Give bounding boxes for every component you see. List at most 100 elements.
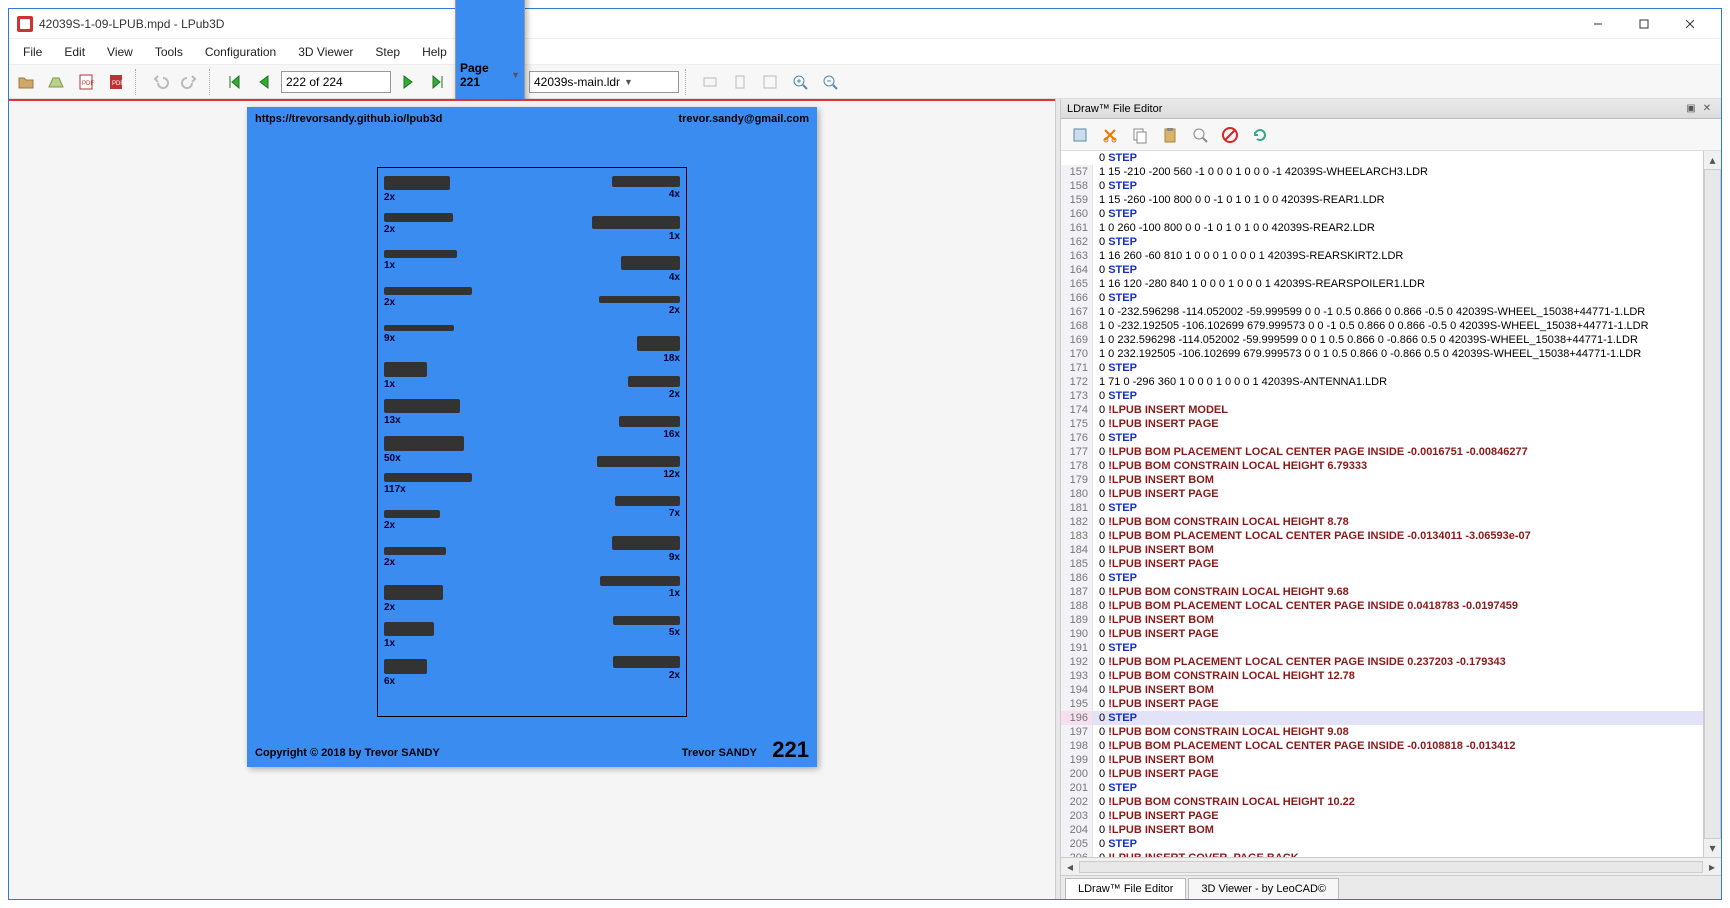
code-line[interactable]: 2000 !LPUB INSERT PAGE	[1061, 767, 1703, 781]
print-pdf-button[interactable]: PDF	[73, 69, 99, 95]
maximize-button[interactable]	[1621, 10, 1667, 38]
code-line[interactable]: 1970 !LPUB BOM CONSTRAIN LOCAL HEIGHT 9.…	[1061, 725, 1703, 739]
zoom-in-button[interactable]	[787, 69, 813, 95]
code-line[interactable]: 1910 STEP	[1061, 641, 1703, 655]
code-line[interactable]: 1940 !LPUB INSERT BOM	[1061, 683, 1703, 697]
page-input[interactable]	[281, 71, 391, 93]
code-line[interactable]: 1710 STEP	[1061, 361, 1703, 375]
minimize-button[interactable]	[1575, 10, 1621, 38]
menu-view[interactable]: View	[97, 41, 143, 63]
select-all-button[interactable]	[1067, 122, 1093, 148]
code-line[interactable]: 1980 !LPUB BOM PLACEMENT LOCAL CENTER PA…	[1061, 739, 1703, 753]
code-line[interactable]: 1930 !LPUB BOM CONSTRAIN LOCAL HEIGHT 12…	[1061, 669, 1703, 683]
code-line[interactable]: 1780 !LPUB BOM CONSTRAIN LOCAL HEIGHT 6.…	[1061, 459, 1703, 473]
horizontal-scrollbar[interactable]: ◂ ▸	[1061, 857, 1721, 875]
code-line[interactable]: 1840 !LPUB INSERT BOM	[1061, 543, 1703, 557]
code-line[interactable]: 1810 STEP	[1061, 501, 1703, 515]
menu-3dviewer[interactable]: 3D Viewer	[288, 41, 363, 63]
fit-width-button[interactable]	[697, 69, 723, 95]
vertical-scrollbar[interactable]: ▴ ▾	[1703, 151, 1721, 857]
menu-configuration[interactable]: Configuration	[195, 41, 286, 63]
paste-button[interactable]	[1157, 122, 1183, 148]
code-line[interactable]: 1790 !LPUB INSERT BOM	[1061, 473, 1703, 487]
code-line[interactable]: 1870 !LPUB BOM CONSTRAIN LOCAL HEIGHT 9.…	[1061, 585, 1703, 599]
code-line[interactable]: 1580 STEP	[1061, 179, 1703, 193]
code-line[interactable]: 1830 !LPUB BOM PLACEMENT LOCAL CENTER PA…	[1061, 529, 1703, 543]
scroll-left-icon[interactable]: ◂	[1061, 859, 1079, 875]
code-line[interactable]: 1900 !LPUB INSERT PAGE	[1061, 627, 1703, 641]
code-line[interactable]: 1800 !LPUB INSERT PAGE	[1061, 487, 1703, 501]
code-line[interactable]: 1880 !LPUB BOM PLACEMENT LOCAL CENTER PA…	[1061, 599, 1703, 613]
code-line[interactable]: 1591 15 -260 -100 800 0 0 -1 0 1 0 1 0 0…	[1061, 193, 1703, 207]
undo-button[interactable]	[147, 69, 173, 95]
code-line[interactable]: 1620 STEP	[1061, 235, 1703, 249]
code-line[interactable]: 1660 STEP	[1061, 291, 1703, 305]
redo-button[interactable]	[177, 69, 203, 95]
cut-button[interactable]	[1097, 122, 1123, 148]
code-line[interactable]: 2020 !LPUB BOM CONSTRAIN LOCAL HEIGHT 10…	[1061, 795, 1703, 809]
dock-close-button[interactable]: ✕	[1699, 101, 1715, 117]
menu-tools[interactable]: Tools	[145, 41, 193, 63]
code-line[interactable]: 1860 STEP	[1061, 571, 1703, 585]
code-line[interactable]: 2040 !LPUB INSERT BOM	[1061, 823, 1703, 837]
code-line[interactable]: 1890 !LPUB INSERT BOM	[1061, 613, 1703, 627]
scroll-down-icon[interactable]: ▾	[1704, 839, 1721, 857]
code-line[interactable]: 1571 15 -210 -200 560 -1 0 0 0 1 0 0 0 -…	[1061, 165, 1703, 179]
code-editor[interactable]: 0 STEP1571 15 -210 -200 560 -1 0 0 0 1 0…	[1061, 151, 1703, 857]
delete-button[interactable]	[1217, 122, 1243, 148]
export-pdf-button[interactable]: PDF	[103, 69, 129, 95]
code-line[interactable]: 1760 STEP	[1061, 431, 1703, 445]
code-line[interactable]: 2010 STEP	[1061, 781, 1703, 795]
fit-page-button[interactable]	[727, 69, 753, 95]
next-page-button[interactable]	[395, 69, 421, 95]
save-button[interactable]	[43, 69, 69, 95]
prev-page-button[interactable]	[251, 69, 277, 95]
code-line[interactable]: 1850 !LPUB INSERT PAGE	[1061, 557, 1703, 571]
tab-ldraw-editor[interactable]: LDraw™ File Editor	[1065, 878, 1186, 899]
code-line[interactable]: 1651 16 120 -280 840 1 0 0 0 1 0 0 0 1 4…	[1061, 277, 1703, 291]
code-line[interactable]: 1740 !LPUB INSERT MODEL	[1061, 403, 1703, 417]
copy-button[interactable]	[1127, 122, 1153, 148]
menu-file[interactable]: File	[13, 41, 52, 63]
file-combo[interactable]: 42039s-main.ldr▼	[529, 71, 679, 93]
menu-edit[interactable]: Edit	[54, 41, 95, 63]
line-number: 193	[1061, 669, 1093, 683]
code-line[interactable]: 1950 !LPUB INSERT PAGE	[1061, 697, 1703, 711]
menu-step[interactable]: Step	[365, 41, 410, 63]
code-line[interactable]: 1770 !LPUB BOM PLACEMENT LOCAL CENTER PA…	[1061, 445, 1703, 459]
code-line[interactable]: 2030 !LPUB INSERT PAGE	[1061, 809, 1703, 823]
code-line[interactable]: 1631 16 260 -60 810 1 0 0 0 1 0 0 0 1 42…	[1061, 249, 1703, 263]
scroll-up-icon[interactable]: ▴	[1704, 151, 1721, 169]
code-line[interactable]: 1681 0 -232.192505 -106.102699 679.99957…	[1061, 319, 1703, 333]
code-line[interactable]: 1721 71 0 -296 360 1 0 0 0 1 0 0 0 1 420…	[1061, 375, 1703, 389]
zoom-out-button[interactable]	[817, 69, 843, 95]
code-line[interactable]: 1611 0 260 -100 800 0 0 -1 0 1 0 1 0 0 4…	[1061, 221, 1703, 235]
page-preview-pane[interactable]: https://trevorsandy.github.io/lpub3d tre…	[9, 99, 1055, 899]
code-line[interactable]: 1701 0 232.192505 -106.102699 679.999573…	[1061, 347, 1703, 361]
menu-help[interactable]: Help	[412, 41, 457, 63]
refresh-button[interactable]	[1247, 122, 1273, 148]
close-button[interactable]	[1667, 10, 1713, 38]
dock-float-button[interactable]: ▣	[1683, 101, 1699, 117]
code-line[interactable]: 1920 !LPUB BOM PLACEMENT LOCAL CENTER PA…	[1061, 655, 1703, 669]
code-line[interactable]: 1730 STEP	[1061, 389, 1703, 403]
open-button[interactable]	[13, 69, 39, 95]
code-line[interactable]: 2050 STEP	[1061, 837, 1703, 851]
first-page-button[interactable]	[221, 69, 247, 95]
scroll-right-icon[interactable]: ▸	[1703, 859, 1721, 875]
actual-size-button[interactable]	[757, 69, 783, 95]
code-line[interactable]: 1960 STEP	[1061, 711, 1703, 725]
code-line[interactable]: 0 STEP	[1061, 151, 1703, 165]
code-line[interactable]: 1750 !LPUB INSERT PAGE	[1061, 417, 1703, 431]
code-line[interactable]: 1990 !LPUB INSERT BOM	[1061, 753, 1703, 767]
find-button[interactable]	[1187, 122, 1213, 148]
code-line[interactable]: 1691 0 232.596298 -114.052002 -59.999599…	[1061, 333, 1703, 347]
code-line[interactable]: 2060 !LPUB INSERT COVER_PAGE BACK	[1061, 851, 1703, 857]
code-line[interactable]: 1600 STEP	[1061, 207, 1703, 221]
bom-part: 1x	[600, 576, 680, 599]
tab-3d-viewer[interactable]: 3D Viewer - by LeoCAD©	[1188, 878, 1339, 899]
last-page-button[interactable]	[425, 69, 451, 95]
code-line[interactable]: 1671 0 -232.596298 -114.052002 -59.99959…	[1061, 305, 1703, 319]
code-line[interactable]: 1820 !LPUB BOM CONSTRAIN LOCAL HEIGHT 8.…	[1061, 515, 1703, 529]
code-line[interactable]: 1640 STEP	[1061, 263, 1703, 277]
